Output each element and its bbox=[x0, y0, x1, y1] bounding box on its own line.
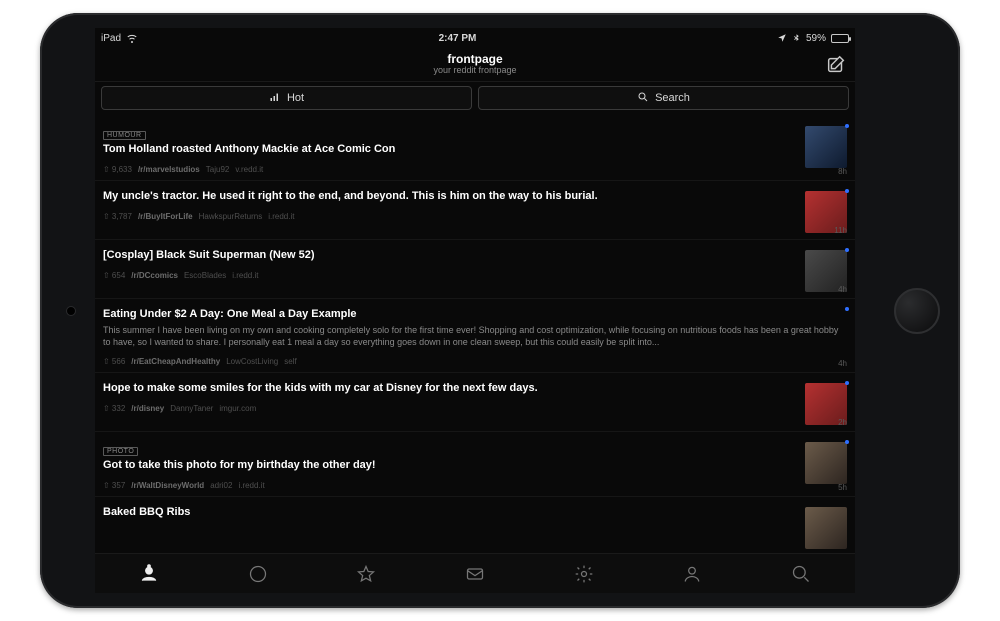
ipad-camera bbox=[67, 307, 75, 315]
post-thumbnail[interactable] bbox=[805, 507, 847, 549]
post-author: DannyTaner bbox=[170, 404, 213, 413]
tab-bar bbox=[95, 553, 855, 593]
post-flair: PHOTO bbox=[103, 447, 138, 456]
post-title: Baked BBQ Ribs bbox=[103, 505, 797, 520]
unread-dot-icon bbox=[845, 381, 849, 385]
search-label: Search bbox=[655, 92, 690, 104]
tab-inbox[interactable] bbox=[464, 563, 486, 585]
tab-profile[interactable] bbox=[681, 563, 703, 585]
post-item[interactable]: Baked BBQ Ribs bbox=[95, 497, 855, 553]
upvote-icon: ⇧ 654 bbox=[103, 271, 125, 280]
ipad-home-button[interactable] bbox=[894, 288, 940, 334]
post-domain: v.redd.it bbox=[235, 165, 263, 174]
upvote-icon: ⇧ 566 bbox=[103, 357, 125, 366]
post-meta: ⇧ 566/r/EatCheapAndHealthy LowCostLiving s… bbox=[103, 357, 847, 366]
device-label: iPad bbox=[101, 33, 121, 44]
post-domain: i.redd.it bbox=[232, 271, 258, 280]
tab-home[interactable] bbox=[138, 563, 160, 585]
post-title: Eating Under $2 A Day: One Meal a Day Ex… bbox=[103, 307, 847, 322]
clock: 2:47 PM bbox=[138, 33, 777, 44]
tab-subreddits[interactable] bbox=[247, 563, 269, 585]
post-meta: ⇧ 3,787/r/BuyItForLife HawkspurReturns i.r… bbox=[103, 212, 797, 221]
post-age: 4h bbox=[838, 285, 847, 294]
filter-row: Hot Search bbox=[95, 82, 855, 116]
post-age: 8h bbox=[838, 167, 847, 176]
post-author: adri02 bbox=[210, 481, 232, 490]
unread-dot-icon bbox=[845, 124, 849, 128]
post-author: LowCostLiving bbox=[226, 357, 278, 366]
bluetooth-icon bbox=[792, 32, 801, 44]
post-preview: This summer I have been living on my own… bbox=[103, 324, 847, 349]
sort-hot-button[interactable]: Hot bbox=[101, 86, 472, 110]
sort-hot-label: Hot bbox=[287, 92, 304, 104]
ipad-frame: iPad 2:47 PM 59% frontpage you bbox=[40, 13, 960, 608]
post-meta: ⇧ 654/r/DCcomics EscoBlades i.redd.it bbox=[103, 271, 797, 280]
post-author: EscoBlades bbox=[184, 271, 226, 280]
post-author: HawkspurReturns bbox=[199, 212, 263, 221]
post-flair: HUMOUR bbox=[103, 131, 146, 140]
post-title: [Cosplay] Black Suit Superman (New 52) bbox=[103, 248, 797, 263]
post-thumbnail[interactable] bbox=[805, 126, 847, 168]
post-domain: i.redd.it bbox=[238, 481, 264, 490]
post-item[interactable]: PHOTO Got to take this photo for my birth… bbox=[95, 432, 855, 497]
page-subtitle: your reddit frontpage bbox=[433, 66, 516, 76]
compose-button[interactable] bbox=[825, 54, 847, 76]
post-domain: self bbox=[284, 357, 296, 366]
post-subreddit[interactable]: /r/marvelstudios bbox=[138, 165, 200, 174]
screen: iPad 2:47 PM 59% frontpage you bbox=[95, 28, 855, 593]
post-title: My uncle's tractor. He used it right to … bbox=[103, 189, 797, 204]
post-title: Tom Holland roasted Anthony Mackie at Ac… bbox=[103, 142, 797, 157]
post-title: Hope to make some smiles for the kids wi… bbox=[103, 381, 797, 396]
unread-dot-icon bbox=[845, 307, 849, 311]
post-age: 4h bbox=[838, 359, 847, 368]
post-item[interactable]: HUMOUR Tom Holland roasted Anthony Mackie… bbox=[95, 116, 855, 181]
search-icon bbox=[637, 91, 649, 106]
post-subreddit[interactable]: /r/EatCheapAndHealthy bbox=[131, 357, 220, 366]
upvote-icon: ⇧ 3,787 bbox=[103, 212, 132, 221]
wifi-icon bbox=[126, 32, 138, 44]
tab-favorites[interactable] bbox=[355, 563, 377, 585]
unread-dot-icon bbox=[845, 440, 849, 444]
post-item[interactable]: [Cosplay] Black Suit Superman (New 52) ⇧ … bbox=[95, 240, 855, 299]
post-age: 5h bbox=[838, 483, 847, 492]
post-age: 11h bbox=[834, 226, 847, 235]
post-subreddit[interactable]: /r/BuyItForLife bbox=[138, 212, 193, 221]
post-meta: ⇧ 332/r/disney DannyTaner imgur.com bbox=[103, 404, 797, 413]
nav-header: frontpage your reddit frontpage bbox=[95, 48, 855, 82]
post-meta: ⇧ 357/r/WaltDisneyWorld adri02 i.redd.it bbox=[103, 481, 797, 490]
post-thumbnail[interactable] bbox=[805, 442, 847, 484]
unread-dot-icon bbox=[845, 248, 849, 252]
post-subreddit[interactable]: /r/WaltDisneyWorld bbox=[131, 481, 204, 490]
post-item[interactable]: Eating Under $2 A Day: One Meal a Day Ex… bbox=[95, 299, 855, 373]
tab-settings[interactable] bbox=[573, 563, 595, 585]
post-domain: imgur.com bbox=[219, 404, 256, 413]
post-item[interactable]: Hope to make some smiles for the kids wi… bbox=[95, 373, 855, 432]
post-title: Got to take this photo for my birthday t… bbox=[103, 458, 797, 473]
battery-icon bbox=[831, 34, 849, 43]
post-age: 2h bbox=[838, 418, 847, 427]
battery-percentage: 59% bbox=[806, 33, 826, 44]
post-feed[interactable]: HUMOUR Tom Holland roasted Anthony Mackie… bbox=[95, 116, 855, 553]
signal-icon bbox=[269, 91, 281, 106]
unread-dot-icon bbox=[845, 189, 849, 193]
upvote-icon: ⇧ 357 bbox=[103, 481, 125, 490]
upvote-icon: ⇧ 332 bbox=[103, 404, 125, 413]
post-subreddit[interactable]: /r/DCcomics bbox=[131, 271, 178, 280]
search-button[interactable]: Search bbox=[478, 86, 849, 110]
post-author: Taju92 bbox=[206, 165, 230, 174]
status-bar: iPad 2:47 PM 59% bbox=[95, 28, 855, 48]
post-item[interactable]: My uncle's tractor. He used it right to … bbox=[95, 181, 855, 240]
upvote-icon: ⇧ 9,633 bbox=[103, 165, 132, 174]
location-icon bbox=[777, 33, 787, 43]
post-subreddit[interactable]: /r/disney bbox=[131, 404, 164, 413]
post-domain: i.redd.it bbox=[268, 212, 294, 221]
tab-search[interactable] bbox=[790, 563, 812, 585]
post-meta: ⇧ 9,633/r/marvelstudios Taju92 v.redd.it bbox=[103, 165, 797, 174]
